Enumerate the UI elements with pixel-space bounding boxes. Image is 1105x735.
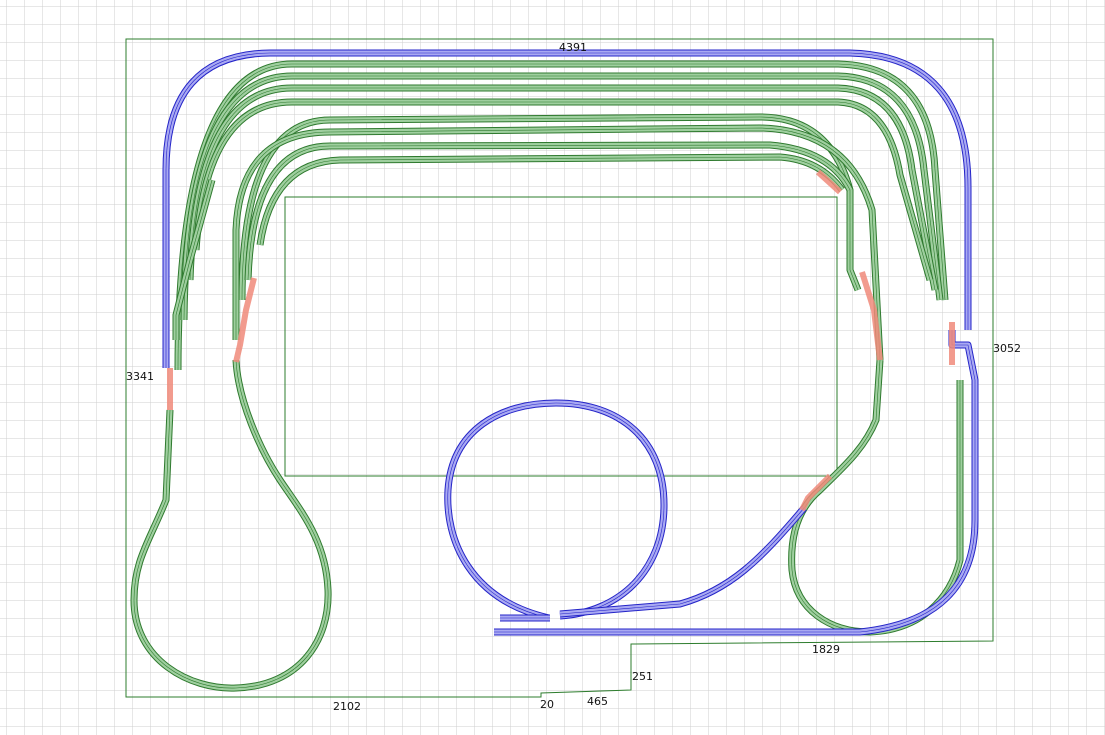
dimension-notch-small: 20	[540, 698, 554, 711]
dimension-right: 3052	[993, 342, 1021, 355]
dimension-bottom-right: 1829	[812, 643, 840, 656]
dimension-bottom-left: 2102	[333, 700, 361, 713]
dimension-left: 3341	[126, 370, 154, 383]
dimension-notch-vertical: 251	[632, 670, 653, 683]
dimension-notch-bottom: 465	[587, 695, 608, 708]
dimension-top: 4391	[559, 41, 587, 54]
track-plan-canvas: 4391 3052 3341 2102 20 465 251 1829	[0, 0, 1105, 735]
